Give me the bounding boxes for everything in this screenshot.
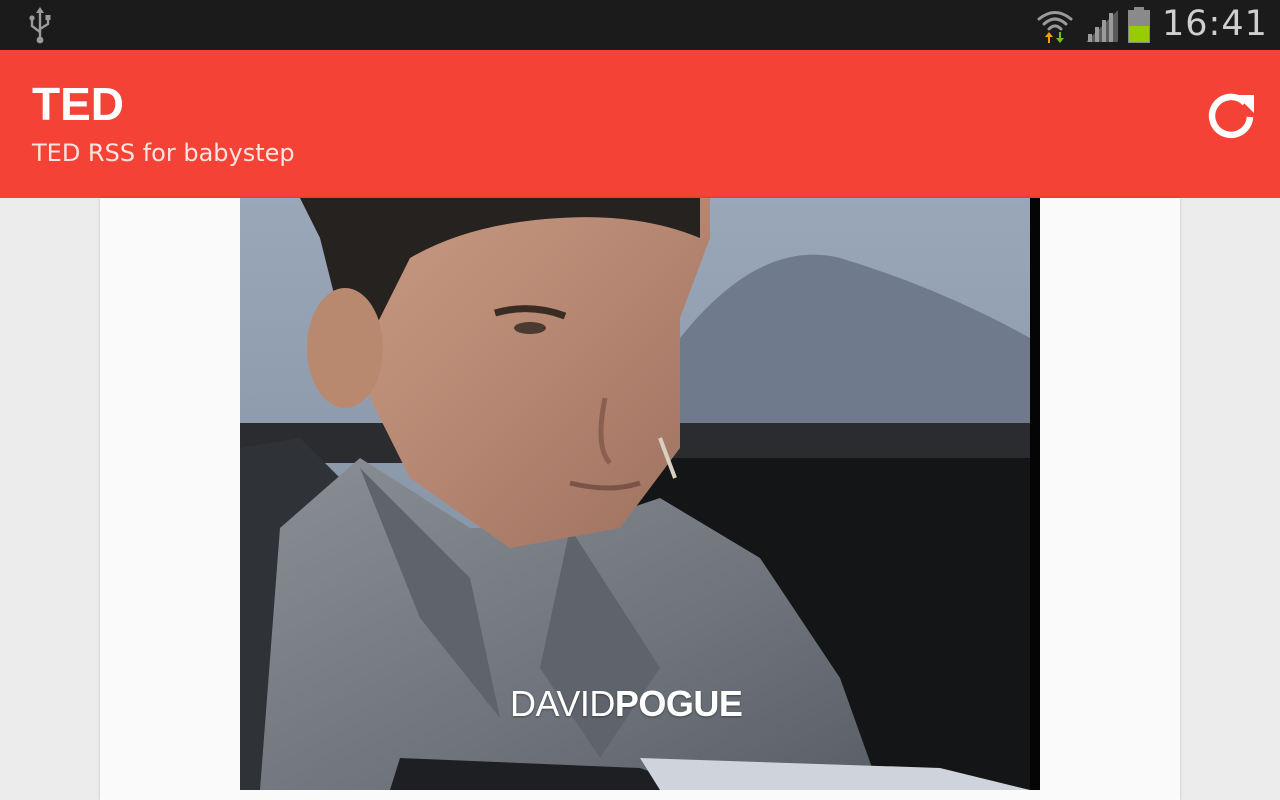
status-bar: 16:41: [0, 0, 1280, 50]
feed-card: DAVIDPOGUE: [100, 198, 1180, 800]
status-clock: 16:41: [1162, 4, 1268, 44]
video-thumbnail[interactable]: DAVIDPOGUE: [240, 198, 1040, 790]
caption-first-name: DAVID: [510, 683, 615, 724]
caption-last-name: POGUE: [614, 683, 743, 724]
wifi-icon: [1037, 11, 1073, 43]
signal-icon: [1086, 10, 1118, 42]
battery-icon: [1128, 7, 1150, 43]
action-bar: TED TED RSS for babystep: [0, 50, 1280, 198]
feed-content: DAVIDPOGUE: [0, 198, 1280, 800]
app-title: TED: [32, 78, 124, 130]
usb-icon: [29, 7, 51, 44]
refresh-icon[interactable]: [1200, 86, 1262, 148]
app-subtitle: TED RSS for babystep: [32, 139, 295, 167]
thumbnail-caption: DAVIDPOGUE: [510, 683, 743, 724]
